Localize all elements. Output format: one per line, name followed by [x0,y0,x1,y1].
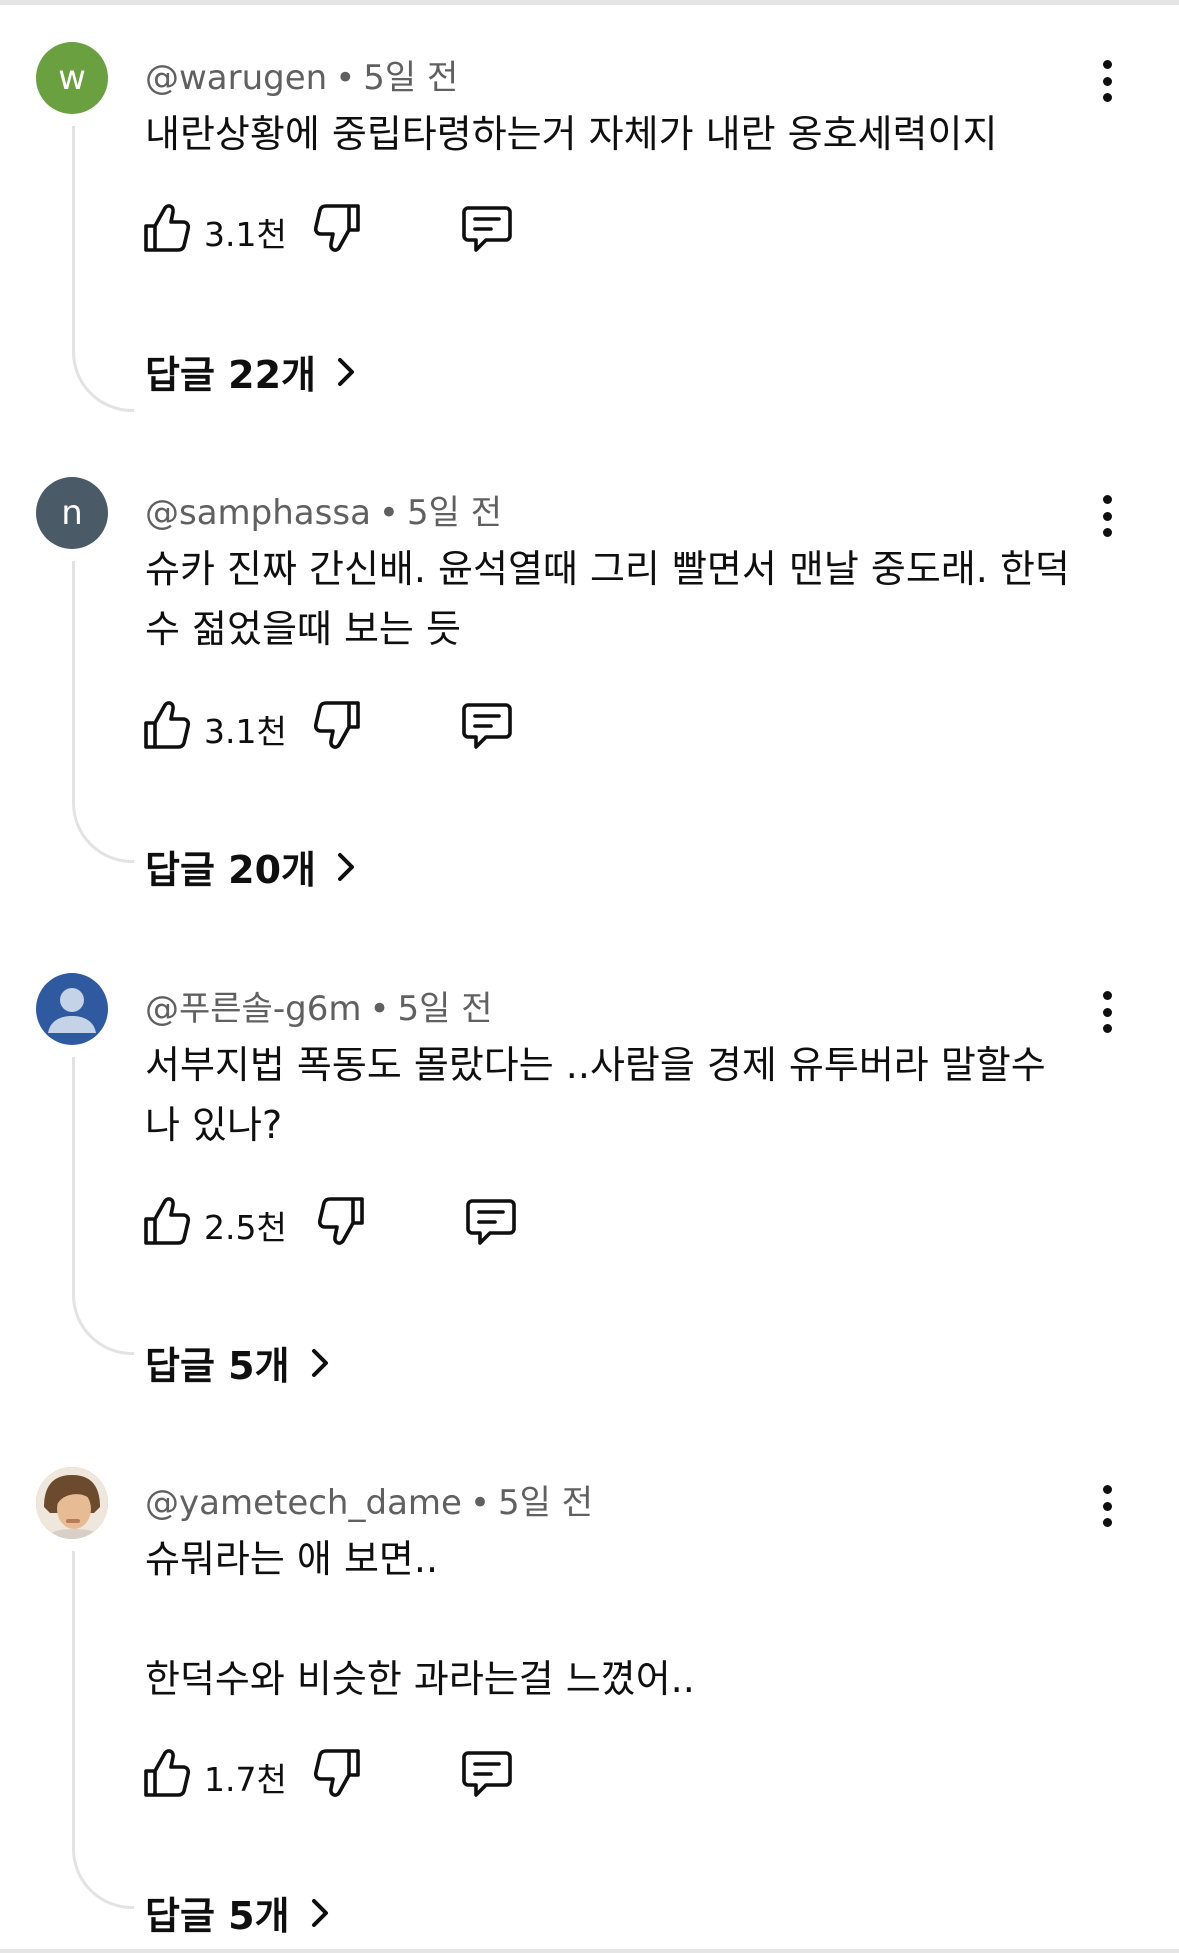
comment-time[interactable]: 5일 전 [407,493,502,533]
author-name[interactable]: @푸른솔-g6m [145,989,361,1029]
reply-icon [462,206,512,252]
like-icon [144,204,191,252]
avatar[interactable]: n [36,477,108,549]
like-button[interactable] [142,1745,192,1801]
avatar-letter: w [58,58,86,98]
view-replies-button[interactable]: 답글 5개 [145,1335,334,1390]
comment-meta: @yametech_dame • 5일 전 [145,1475,593,1524]
comment-text-line: 슈뭐라는 애 보면.. [145,1537,439,1581]
dislike-icon [313,701,360,749]
like-count: 1.7천 [204,1760,287,1799]
comment-text-line: 수 젊었을때 보는 듯 [145,607,461,651]
comment-meta: @warugen • 5일 전 [145,50,458,99]
like-button[interactable] [142,200,192,256]
avatar-letter: n [61,493,83,533]
comment-text-line [145,1589,1105,1649]
dislike-button[interactable] [312,200,362,256]
comment-text-line: 서부지법 폭동도 몰랐다는 ..사람을 경제 유투버라 말할수 [145,1043,1046,1087]
comment-text-line: 슈카 진짜 간신배. 윤석열때 그리 빨면서 맨날 중도래. 한덕 [145,547,1070,591]
chevron-right-icon [338,357,354,386]
avatar[interactable] [36,1467,108,1539]
meta-separator: • [469,1483,491,1523]
comment-actions: 3.1천 [142,200,562,256]
thread-connector [72,561,134,863]
replies-count: 답글 5개 [145,1344,290,1388]
comment-time[interactable]: 5일 전 [363,58,458,98]
reply-button[interactable] [460,697,514,753]
like-icon [144,1749,191,1797]
comment-text-line: 나 있나? [145,1103,283,1147]
view-replies-button[interactable]: 답글 5개 [145,1885,334,1940]
comment-text-line: 내란상황에 중립타령하는거 자체가 내란 옹호세력이지 [145,112,998,156]
comment-time[interactable]: 5일 전 [498,1483,593,1523]
meta-separator: • [369,989,390,1029]
thread-connector [72,1551,134,1909]
more-vert-icon[interactable] [1090,987,1124,1037]
like-icon [144,1197,191,1245]
comment-meta: @푸른솔-g6m • 5일 전 [145,981,493,1030]
thread-connector [72,1057,134,1355]
replies-count: 답글 5개 [145,1894,290,1938]
replies-count: 답글 20개 [145,848,316,892]
chevron-right-icon [338,852,354,881]
dislike-icon [317,1197,364,1245]
like-count: 3.1천 [204,712,287,751]
like-count: 3.1천 [204,215,287,254]
reply-button[interactable] [464,1193,518,1249]
reply-icon [462,703,512,749]
comment-text: 슈뭐라는 애 보면.. 한덕수와 비슷한 과라는걸 느꼈어.. [145,1529,1105,1709]
user-photo-avatar [36,1467,108,1539]
comment-text: 내란상황에 중립타령하는거 자체가 내란 옹호세력이지 [145,104,1105,164]
bottom-divider [0,1949,1179,1953]
dislike-button[interactable] [316,1193,366,1249]
more-vert-icon[interactable] [1090,491,1124,541]
dislike-button[interactable] [312,697,362,753]
comment-text-line: 한덕수와 비슷한 과라는걸 느꼈어.. [145,1657,695,1701]
comment-text: 슈카 진짜 간신배. 윤석열때 그리 빨면서 맨날 중도래. 한덕 수 젊었을때… [145,539,1105,659]
meta-separator: • [378,493,399,533]
reply-icon [462,1751,512,1797]
more-vert-icon[interactable] [1090,1481,1124,1531]
reply-button[interactable] [460,1745,514,1801]
comment-actions: 3.1천 [142,697,562,753]
author-name[interactable]: @warugen [145,58,327,98]
like-button[interactable] [142,697,192,753]
like-icon [144,701,191,749]
default-user-icon [48,988,96,1033]
view-replies-button[interactable]: 답글 20개 [145,839,360,894]
avatar[interactable] [36,973,108,1045]
avatar[interactable]: w [36,42,108,114]
thread-connector [72,126,134,412]
reply-icon [466,1199,516,1245]
chevron-right-icon [311,1348,328,1377]
comment-time[interactable]: 5일 전 [398,989,493,1029]
chevron-right-icon [311,1898,328,1927]
comment-meta: @samphassa • 5일 전 [145,485,502,534]
like-count: 2.5천 [204,1208,287,1247]
top-divider [0,0,1179,5]
reply-button[interactable] [460,200,514,256]
dislike-icon [313,204,360,252]
comment-text: 서부지법 폭동도 몰랐다는 ..사람을 경제 유투버라 말할수 나 있나? [145,1035,1105,1155]
replies-count: 답글 22개 [145,353,316,397]
more-vert-icon[interactable] [1090,56,1124,106]
meta-separator: • [335,58,356,98]
view-replies-button[interactable]: 답글 22개 [145,344,360,399]
author-name[interactable]: @samphassa [145,493,371,533]
dislike-icon [313,1749,360,1797]
comment-actions: 2.5천 [142,1193,562,1249]
dislike-button[interactable] [312,1745,362,1801]
comment-actions: 1.7천 [142,1745,562,1801]
author-name[interactable]: @yametech_dame [145,1483,462,1523]
like-button[interactable] [142,1193,192,1249]
